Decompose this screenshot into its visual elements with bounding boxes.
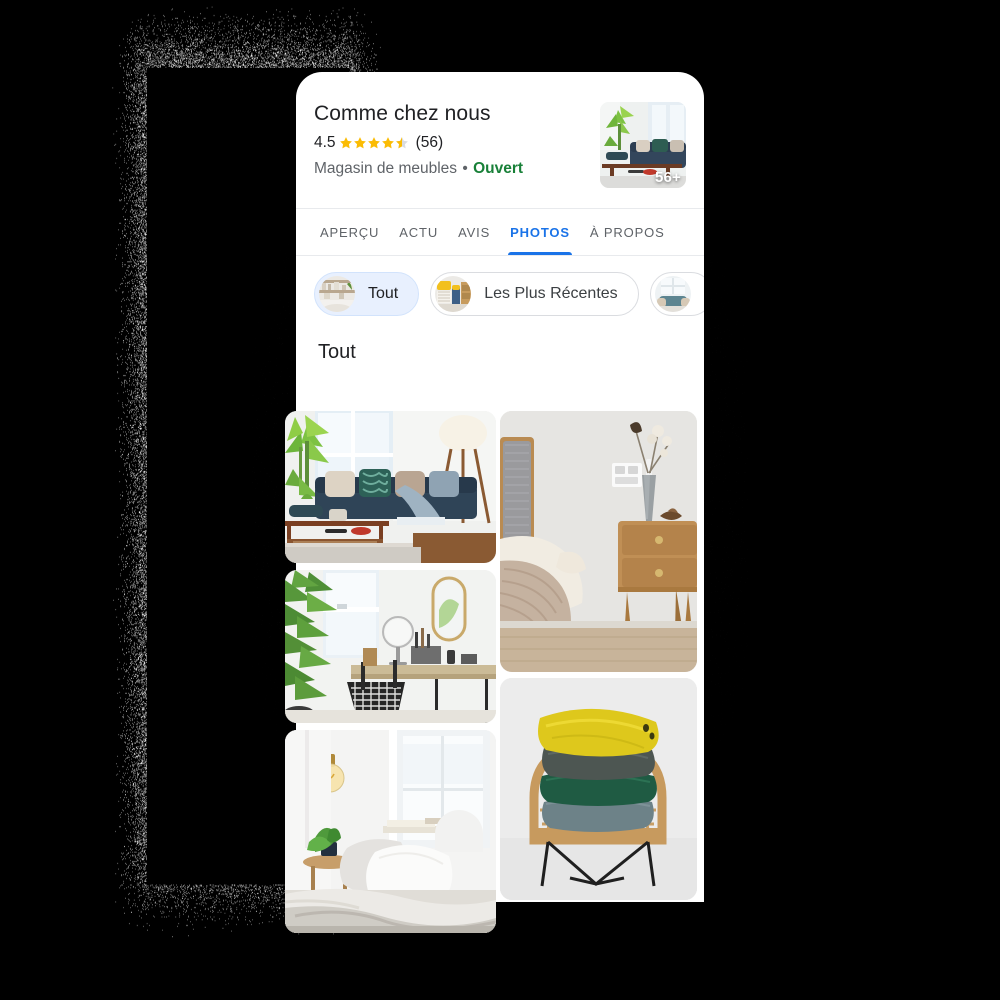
- business-category: Magasin de meubles: [314, 160, 457, 177]
- photo-nightstand-wood[interactable]: [500, 411, 697, 672]
- tab-bar: APERÇU ACTU AVIS PHOTOS À PROPOS: [296, 208, 704, 256]
- photo-count-badge: 56+: [655, 169, 681, 186]
- shelf-decor-icon: [319, 276, 355, 312]
- stacked-cushions-image: [500, 678, 697, 900]
- chip-partial-next[interactable]: [650, 272, 704, 316]
- header-photo-thumbnail[interactable]: 56+: [600, 102, 686, 188]
- photo-bedroom-white-linen[interactable]: [285, 730, 496, 933]
- star-icon: [367, 136, 381, 150]
- photo-grid: [285, 411, 697, 941]
- desk-plants-mirror-image: [285, 570, 496, 723]
- business-meta: Magasin de meubles • Ouvert: [314, 160, 588, 179]
- bedroom-white-linen-image: [285, 730, 496, 933]
- chip-tout-label: Tout: [368, 286, 398, 302]
- shelf-decor-thumbnail: [319, 276, 355, 312]
- photo-stacked-cushions[interactable]: [500, 678, 697, 900]
- tab-avis[interactable]: AVIS: [448, 209, 500, 255]
- tab-photos[interactable]: PHOTOS: [500, 209, 580, 255]
- yellow-chair-icon: [435, 276, 471, 312]
- sofa-window-thumbnail: [655, 276, 691, 312]
- star-rating: [339, 136, 409, 150]
- status-badge: Ouvert: [473, 160, 523, 177]
- photo-desk-plants-mirror[interactable]: [285, 570, 496, 723]
- business-info: Comme chez nous 4.5 (56) Magasin de meub…: [314, 102, 588, 178]
- meta-separator: •: [461, 160, 468, 177]
- living-room-sofa-image: [285, 411, 496, 563]
- star-icon: [339, 136, 353, 150]
- rating-row: 4.5 (56): [314, 135, 588, 151]
- rating-count: (56): [416, 135, 444, 151]
- chip-tout[interactable]: Tout: [314, 272, 419, 316]
- tab-apercu[interactable]: APERÇU: [310, 209, 389, 255]
- sofa-window-icon: [655, 276, 691, 312]
- chip-les-plus-recentes-label: Les Plus Récentes: [484, 286, 617, 302]
- nightstand-wood-image: [500, 411, 697, 672]
- star-icon: [353, 136, 367, 150]
- section-title: Tout: [296, 330, 704, 378]
- star-half-icon: [395, 136, 409, 150]
- tab-a-propos[interactable]: À PROPOS: [580, 209, 675, 255]
- star-icon: [381, 136, 395, 150]
- photo-living-room-sofa[interactable]: [285, 411, 496, 563]
- rating-value: 4.5: [314, 135, 336, 151]
- business-header: Comme chez nous 4.5 (56) Magasin de meub…: [296, 72, 704, 208]
- tab-actu[interactable]: ACTU: [389, 209, 448, 255]
- page-title: Comme chez nous: [314, 102, 588, 126]
- yellow-chair-thumbnail: [435, 276, 471, 312]
- chip-les-plus-recentes[interactable]: Les Plus Récentes: [430, 272, 638, 316]
- photo-filter-chips: Tout Les Plus Récentes: [296, 256, 704, 330]
